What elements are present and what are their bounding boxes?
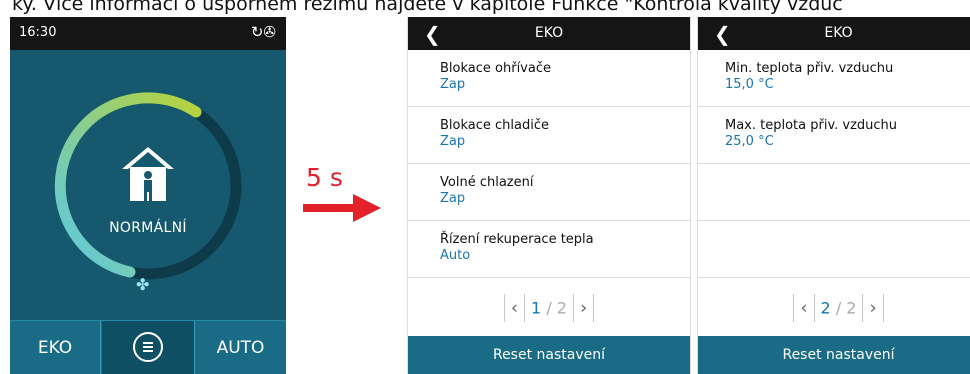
pager: ‹ 2 / 2 › xyxy=(698,294,970,324)
reset-button[interactable]: Reset nastavení xyxy=(408,336,690,374)
screen-header: ❮ EKO xyxy=(408,17,690,50)
page-total: / 2 xyxy=(835,298,857,318)
clock: 16:30 xyxy=(19,25,57,40)
setting-value: 15,0 °C xyxy=(725,77,774,92)
hold-duration-label: 5 s xyxy=(306,163,343,192)
status-bar: 16:30 ↻✇ xyxy=(10,17,286,50)
menu-button[interactable] xyxy=(102,321,194,374)
setting-value: Zap xyxy=(440,134,466,149)
screen-title: EKO xyxy=(824,25,853,41)
next-page-icon[interactable]: › xyxy=(580,298,587,319)
fan-icon: ✤ xyxy=(136,275,150,294)
setting-value: Zap xyxy=(440,77,466,92)
settings-row[interactable]: Volné chlazení Zap xyxy=(408,164,690,221)
mode-label: NORMÁLNÍ xyxy=(109,220,187,236)
bottom-bar: EKO AUTO xyxy=(10,320,286,374)
home-icon xyxy=(122,147,174,201)
previous-page-icon[interactable]: ‹ xyxy=(800,298,807,319)
next-page-icon[interactable]: › xyxy=(869,298,876,319)
screen-title: EKO xyxy=(534,25,564,41)
setting-label: Blokace chladiče xyxy=(440,118,550,133)
reset-button[interactable]: Reset nastavení xyxy=(698,336,970,374)
sync-fan-status-icon: ↻✇ xyxy=(250,23,276,41)
eko-button[interactable]: EKO xyxy=(10,321,101,374)
settings-list: Min. teplota přiv. vzduchu 15,0 °C Max. … xyxy=(698,50,970,278)
setting-label: Volné chlazení xyxy=(440,175,534,190)
setting-label: Řízení rekuperace tepla xyxy=(440,232,594,247)
setting-label: Blokace ohřívače xyxy=(440,61,551,76)
page-number: 1 xyxy=(531,298,542,318)
mode-dial-area[interactable]: NORMÁLNÍ ✤ xyxy=(10,50,286,348)
eko-settings-page-2: ❮ EKO Min. teplota přiv. vzduchu 15,0 °C… xyxy=(697,17,970,374)
right-arrow-icon xyxy=(303,194,381,222)
settings-list: Blokace ohřívače Zap Blokace chladiče Za… xyxy=(408,50,690,278)
page: ky. Více informací o úsporném režimu naj… xyxy=(0,0,970,374)
previous-page-icon[interactable]: ‹ xyxy=(511,298,518,319)
settings-row[interactable]: Min. teplota přiv. vzduchu 15,0 °C xyxy=(698,50,970,107)
settings-row[interactable]: Řízení rekuperace tepla Auto xyxy=(408,221,690,278)
settings-row xyxy=(698,221,970,278)
setting-label: Min. teplota přiv. vzduchu xyxy=(725,61,894,76)
settings-row[interactable]: Blokace chladiče Zap xyxy=(408,107,690,164)
pager: ‹ 1 / 2 › xyxy=(408,294,690,324)
setting-value: Auto xyxy=(440,248,471,263)
setting-label: Max. teplota přiv. vzduchu xyxy=(725,118,898,133)
screen-header: ❮ EKO xyxy=(698,17,970,50)
eko-settings-page-1: ❮ EKO Blokace ohřívače Zap Blokace chlad… xyxy=(407,17,691,374)
setting-value: 25,0 °C xyxy=(725,134,774,149)
settings-row[interactable]: Max. teplota přiv. vzduchu 25,0 °C xyxy=(698,107,970,164)
setting-value: Zap xyxy=(440,191,466,206)
settings-row[interactable]: Blokace ohřívače Zap xyxy=(408,50,690,107)
page-number: 2 xyxy=(820,298,831,318)
page-total: / 2 xyxy=(546,298,567,318)
home-screen: 16:30 ↻✇ NORMÁLNÍ ✤ EKO AUTO xyxy=(10,17,286,374)
menu-icon xyxy=(133,332,163,362)
document-caption: ky. Více informací o úsporném režimu naj… xyxy=(12,0,843,15)
auto-button[interactable]: AUTO xyxy=(194,321,286,374)
settings-row xyxy=(698,164,970,221)
